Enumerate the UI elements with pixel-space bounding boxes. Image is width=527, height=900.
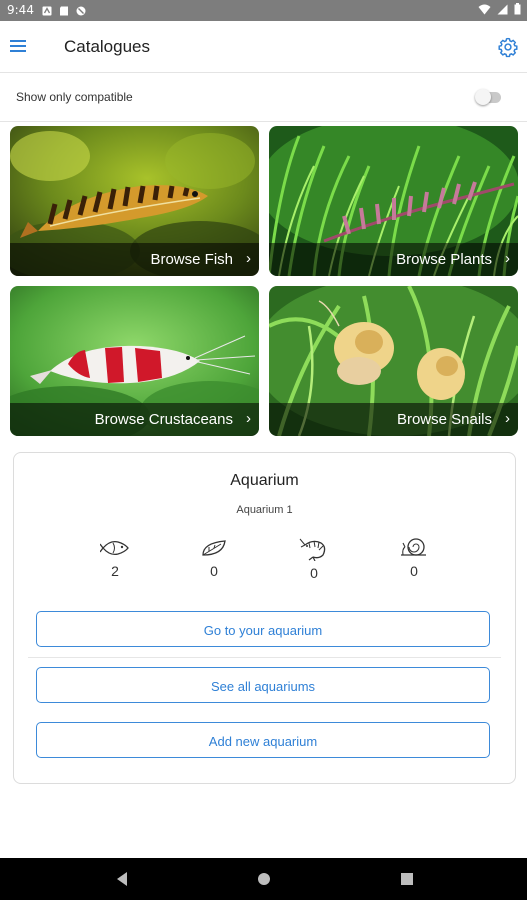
compatible-filter-row: Show only compatible [0, 73, 527, 122]
chevron-right-icon: › [505, 250, 510, 267]
browse-plants-label: Browse Plants [396, 251, 492, 268]
do-not-disturb-icon [76, 5, 86, 16]
app-bar: Catalogues [0, 21, 527, 73]
browse-snails-tile[interactable]: Browse Snails › [269, 286, 518, 436]
see-all-aquariums-button[interactable]: See all aquariums [36, 667, 490, 703]
tile-caption: Browse Snails › [269, 403, 518, 436]
signal-icon [497, 4, 508, 18]
recents-icon[interactable] [400, 872, 414, 891]
wifi-icon [478, 4, 491, 18]
browse-fish-tile[interactable]: Browse Fish › [10, 126, 259, 276]
aquarium-card: Aquarium Aquarium 1 2 0 0 0 Go to your a… [13, 452, 516, 784]
tile-caption: Browse Crustaceans › [10, 403, 259, 436]
snail-count-stat: 0 [394, 537, 434, 579]
hamburger-menu-icon[interactable] [10, 38, 28, 54]
navigation-bar [0, 858, 527, 900]
crustacean-count: 0 [310, 565, 318, 581]
browse-crustaceans-label: Browse Crustaceans [94, 411, 233, 428]
notification-icon [42, 5, 52, 16]
crustacean-count-stat: 0 [294, 537, 334, 581]
leaf-icon [202, 540, 226, 556]
aquarium-card-title: Aquarium [230, 472, 299, 489]
browse-plants-tile[interactable]: Browse Plants › [269, 126, 518, 276]
tile-caption: Browse Fish › [10, 243, 259, 276]
aquarium-name: Aquarium 1 [236, 504, 293, 516]
fish-icon [100, 540, 129, 556]
page-title: Catalogues [64, 37, 151, 56]
sd-card-icon [59, 5, 69, 16]
fish-count-stat: 2 [95, 537, 135, 579]
add-new-aquarium-button[interactable]: Add new aquarium [36, 722, 490, 758]
plant-count-stat: 0 [194, 537, 234, 579]
shrimp-icon [299, 538, 326, 561]
back-icon[interactable] [115, 871, 129, 892]
browse-snails-label: Browse Snails [396, 411, 492, 428]
battery-icon [514, 3, 521, 18]
tile-caption: Browse Plants › [269, 243, 518, 276]
browse-crustaceans-tile[interactable]: Browse Crustaceans › [10, 286, 259, 436]
snail-count: 0 [410, 563, 418, 579]
compatible-toggle[interactable] [475, 89, 502, 105]
status-time: 9:44 [7, 3, 34, 17]
chevron-right-icon: › [246, 250, 251, 267]
plant-count: 0 [210, 563, 218, 579]
snail-icon [401, 538, 426, 556]
chevron-right-icon: › [505, 410, 510, 427]
toggle-thumb [475, 89, 491, 105]
gear-icon[interactable] [497, 36, 519, 58]
fish-count: 2 [111, 563, 119, 579]
browse-fish-label: Browse Fish [150, 251, 233, 268]
status-bar: 9:44 [0, 0, 527, 21]
go-to-aquarium-button[interactable]: Go to your aquarium [36, 611, 490, 647]
home-icon[interactable] [257, 872, 271, 891]
chevron-right-icon: › [246, 410, 251, 427]
divider [28, 657, 501, 658]
compatible-filter-label: Show only compatible [16, 90, 133, 104]
